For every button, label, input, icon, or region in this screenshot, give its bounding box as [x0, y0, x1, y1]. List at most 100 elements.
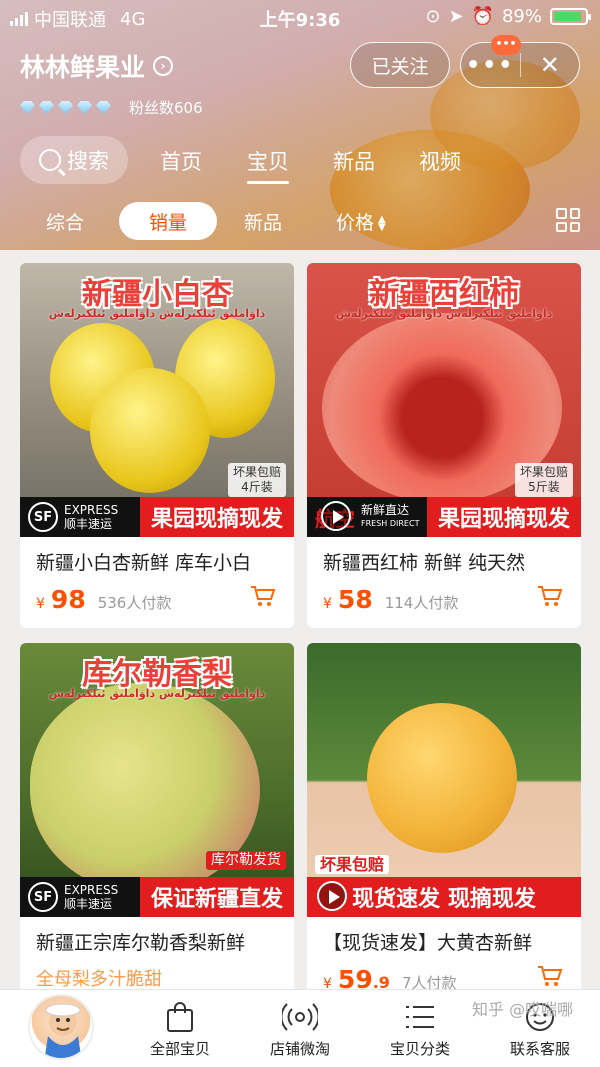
guarantee-tag: 坏果包赔 4斤装 — [227, 463, 286, 497]
cart-icon[interactable] — [537, 965, 563, 987]
shop-name-link[interactable]: 林林鲜果业 › — [20, 48, 174, 84]
product-price: 58 — [337, 585, 373, 614]
search-label: 搜索 — [67, 149, 109, 173]
sf-express-logo: SF EXPRESS 顺丰速运 — [20, 877, 140, 917]
sort-comprehensive[interactable]: 综合 — [46, 208, 84, 235]
sf-logo-icon: SF — [28, 882, 58, 912]
price-line: ¥ 98 536人付款 — [36, 585, 171, 614]
product-image[interactable]: 新疆小白杏 داۋاملىق ئىلكىرلەش داۋاملىق ئىلكىر… — [20, 263, 294, 537]
banner-slogan: 现货速发 现摘现发 — [307, 877, 581, 917]
list-icon — [370, 998, 470, 1036]
notification-badge: ••• — [491, 35, 521, 55]
banner-uyghur: داۋاملىق ئىلكىرلەش داۋاملىق ئىلكىرلەش — [335, 307, 553, 320]
tab-video[interactable]: 视频 — [419, 146, 461, 176]
apricot-image — [90, 368, 210, 493]
tag-text: 坏果包赔 — [519, 465, 568, 479]
search-button[interactable]: 搜索 — [20, 136, 128, 184]
banner-slogan: 果园现摘现发 — [140, 497, 294, 537]
sort-new[interactable]: 新品 — [244, 208, 282, 235]
tag-text: 坏果包赔 — [232, 465, 281, 479]
sort-arrows-icon: ▲ ▼ — [378, 213, 386, 233]
more-button[interactable]: ••• — [461, 53, 520, 78]
logo-main: EXPRESS — [64, 503, 119, 517]
tab-label: 店铺微淘 — [269, 1040, 330, 1058]
tab-label: 全部宝贝 — [149, 1040, 210, 1058]
orientation-lock-icon: ⊙ — [425, 6, 441, 27]
sort-sales-label: 销量 — [148, 211, 187, 234]
fans-count: 粉丝数606 — [129, 99, 203, 117]
diamond-icon — [20, 101, 35, 114]
logo-sub: FRESH DIRECT — [361, 519, 420, 528]
tab-all-items[interactable]: 全部宝贝 — [130, 998, 230, 1059]
product-image[interactable]: 新疆西红柿 داۋاملىق ئىلكىرلەش داۋاملىق ئىلكىر… — [307, 263, 581, 537]
banner-slogan: 保证新疆直发 — [140, 877, 294, 917]
play-video-icon[interactable] — [317, 881, 347, 911]
currency-symbol: ¥ — [36, 596, 45, 612]
banner-uyghur: داۋاملىق ئىلكىرلەش داۋاملىق ئىلكىرلەش — [48, 687, 266, 700]
chef-avatar-icon — [44, 1003, 82, 1058]
tab-categories[interactable]: 宝贝分类 — [370, 998, 470, 1059]
shop-nav: 搜索 首页 宝贝 新品 视频 — [20, 136, 580, 184]
tab-new[interactable]: 新品 — [333, 146, 375, 176]
chevron-right-icon: › — [153, 56, 174, 76]
shop-name: 林林鲜果业 — [20, 53, 146, 82]
payer-count: 536人付款 — [97, 594, 172, 612]
search-icon — [39, 149, 61, 171]
cart-icon[interactable] — [250, 585, 276, 607]
tab-label: 宝贝分类 — [389, 1040, 450, 1058]
product-image[interactable]: 坏果包赔 现货速发 现摘现发 — [307, 643, 581, 917]
close-button[interactable]: ✕ — [521, 51, 580, 79]
product-title: 新疆正宗库尔勒香梨新鲜 — [36, 932, 246, 954]
logo-main: 新鲜直达 — [361, 503, 410, 517]
product-card[interactable]: 坏果包赔 现货速发 现摘现发 【现货速发】大黄杏新鲜 ¥ 59.9 7人付款 — [307, 643, 581, 1003]
product-title: 新疆西红柿 新鲜 纯天然 — [323, 552, 526, 574]
app-root: 中国联通 4G 上午9:36 ⊙ ➤ ⏰ 89% 林林鲜果业 › 已关注 •••… — [0, 0, 600, 1067]
bottom-tab-bar: 全部宝贝 店铺微淘 宝贝分类 联系客服 知乎 @哎喘哪 — [0, 989, 600, 1067]
product-card[interactable]: 库尔勒香梨 داۋاملىق ئىلكىرلەش داۋاملىق ئىلكىر… — [20, 643, 294, 1003]
diamond-icon — [58, 101, 73, 114]
shop-bar: 林林鲜果业 › 已关注 ••• ••• ✕ — [20, 35, 580, 88]
logo-main: EXPRESS — [64, 883, 119, 897]
play-video-icon[interactable] — [321, 501, 351, 531]
diamond-icon — [39, 101, 54, 114]
product-card[interactable]: 新疆西红柿 داۋاملىق ئىلكىرلەش داۋاملىق ئىلكىر… — [307, 263, 581, 628]
diamond-icon — [77, 101, 92, 114]
product-card[interactable]: 新疆小白杏 داۋاملىق ئىلكىرلەش داۋاملىق ئىلكىر… — [20, 263, 294, 628]
diamond-icon — [96, 101, 111, 114]
broadcast-icon — [250, 998, 350, 1036]
sf-logo-icon: SF — [28, 502, 58, 532]
banner-strip: SF EXPRESS 顺丰速运 果园现摘现发 — [20, 497, 294, 537]
follow-button[interactable]: 已关注 — [350, 42, 450, 88]
banner-strip: 现货速发 现摘现发 — [307, 877, 581, 917]
status-bar: 中国联通 4G 上午9:36 ⊙ ➤ ⏰ 89% — [0, 0, 600, 34]
sort-price[interactable]: 价格 ▲ ▼ — [336, 208, 386, 235]
sort-sales[interactable]: 销量 — [119, 202, 217, 240]
product-title: 新疆小白杏新鲜 库车小白 — [36, 552, 252, 574]
product-price: 98 — [50, 585, 86, 614]
tag-weight: 4斤装 — [241, 480, 273, 494]
payer-count: 114人付款 — [384, 594, 459, 612]
logo-sub: 顺丰速运 — [64, 897, 113, 911]
guarantee-tag: 坏果包赔 — [315, 855, 390, 874]
sf-express-logo: SF EXPRESS 顺丰速运 — [20, 497, 140, 537]
shop-rating: 粉丝数606 — [20, 97, 203, 118]
tab-shop-feed[interactable]: 店铺微淘 — [250, 998, 350, 1059]
shop-avatar[interactable] — [28, 994, 94, 1060]
tab-items[interactable]: 宝贝 — [247, 146, 289, 184]
tag-weight: 5斤装 — [528, 480, 560, 494]
grid-view-icon[interactable] — [556, 208, 580, 232]
cart-icon[interactable] — [537, 585, 563, 607]
tab-label: 联系客服 — [509, 1040, 570, 1058]
origin-tag: 库尔勒发货 — [206, 851, 286, 870]
battery-percent: 89% — [501, 6, 542, 27]
product-subtitle: 全母梨多汁脆甜 — [36, 969, 162, 990]
yellow-apricot-image — [367, 703, 517, 853]
sort-bar: 综合 销量 新品 价格 ▲ ▼ — [20, 202, 580, 240]
tab-home[interactable]: 首页 — [160, 146, 202, 176]
product-image[interactable]: 库尔勒香梨 داۋاملىق ئىلكىرلەش داۋاملىق ئىلكىر… — [20, 643, 294, 917]
location-icon: ➤ — [448, 6, 464, 27]
sort-price-label: 价格 — [336, 212, 375, 234]
logo-sub: 顺丰速运 — [64, 517, 113, 531]
banner-strip: SF EXPRESS 顺丰速运 保证新疆直发 — [20, 877, 294, 917]
watermark: 知乎 @哎喘哪 — [472, 1000, 574, 1019]
